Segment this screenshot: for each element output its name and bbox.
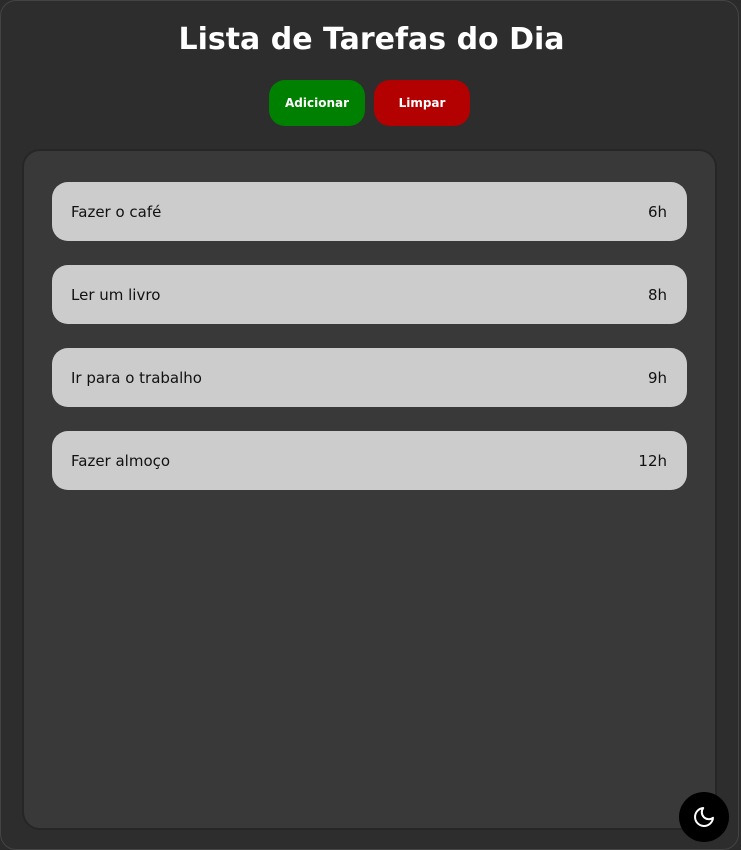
task-time: 8h: [647, 285, 667, 304]
list-item[interactable]: Ir para o trabalho 9h: [52, 348, 687, 407]
list-item[interactable]: Fazer o café 6h: [52, 182, 687, 241]
theme-toggle-button[interactable]: [679, 792, 729, 842]
task-name: Fazer almoço: [71, 451, 171, 470]
app-window: Lista de Tarefas do Dia Adicionar Limpar…: [0, 0, 739, 850]
task-name: Ir para o trabalho: [71, 368, 202, 387]
list-item[interactable]: Fazer almoço 12h: [52, 431, 687, 490]
page-title: Lista de Tarefas do Dia: [178, 22, 565, 57]
add-button[interactable]: Adicionar: [269, 80, 365, 126]
moon-icon: [694, 807, 714, 827]
task-panel: Fazer o café 6h Ler um livro 8h Ir para …: [22, 149, 717, 830]
clear-button[interactable]: Limpar: [374, 80, 470, 126]
task-name: Ler um livro: [71, 285, 161, 304]
task-time: 12h: [638, 451, 667, 470]
task-list: Fazer o café 6h Ler um livro 8h Ir para …: [52, 182, 687, 514]
task-time: 6h: [647, 202, 667, 221]
list-item[interactable]: Ler um livro 8h: [52, 265, 687, 324]
task-time: 9h: [647, 368, 667, 387]
task-name: Fazer o café: [71, 202, 162, 221]
action-bar: Adicionar Limpar: [269, 80, 470, 126]
